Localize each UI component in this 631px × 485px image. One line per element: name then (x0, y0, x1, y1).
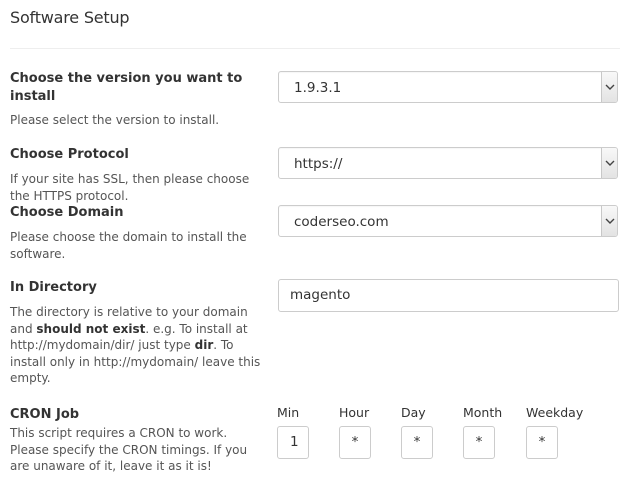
directory-desc-c1: http://mydomain/dir/ just type (10, 338, 195, 352)
directory-desc-e: empty. (10, 371, 51, 385)
cron-month-label: Month (463, 405, 503, 420)
domain-desc-line1: Please choose the domain to install the (10, 230, 247, 244)
cron-min-label: Min (277, 405, 300, 420)
cron-month-group: Month * (463, 405, 502, 459)
cron-desc-line3: are unaware of it, leave it as it is! (10, 459, 212, 473)
cron-weekday-label: Weekday (526, 405, 584, 420)
cron-weekday-input[interactable]: * (526, 426, 558, 459)
protocol-label: Choose Protocol (10, 147, 129, 162)
cron-label: CRON Job (10, 407, 80, 422)
cron-desc-line1: This script requires a CRON to work. (10, 426, 228, 440)
directory-desc-b2: . e.g. To install at (145, 321, 248, 336)
version-select[interactable]: 1.9.3.1 (278, 71, 618, 103)
cron-min-group: Min 1 (277, 405, 309, 459)
cron-min-input[interactable]: 1 (277, 426, 309, 459)
domain-label: Choose Domain (10, 205, 124, 220)
cron-desc-line2: Please specify the CRON timings. If you (10, 442, 248, 457)
chevron-down-icon[interactable] (601, 206, 617, 236)
version-label-line2: install (10, 89, 56, 104)
domain-description: Please choose the domain to install the … (10, 229, 247, 262)
chevron-down-icon[interactable] (601, 148, 617, 178)
cron-hour-label: Hour (339, 405, 370, 420)
version-description: Please select the version to install. (10, 113, 220, 127)
cron-month-input[interactable]: * (463, 426, 495, 459)
directory-input[interactable]: magento (278, 279, 619, 312)
version-label-line1: Choose the version you want to (10, 71, 243, 86)
title-divider (10, 48, 620, 49)
page-title: Software Setup (10, 8, 130, 27)
directory-desc-c-bold: dir (194, 338, 214, 352)
cron-hour-group: Hour * (339, 405, 371, 459)
directory-desc-a: The directory is relative to your domain (10, 305, 248, 319)
cron-day-group: Day * (401, 405, 433, 459)
directory-desc-b1: and (10, 321, 37, 336)
domain-desc-line2: software. (10, 246, 66, 261)
domain-select-value: coderseo.com (294, 214, 389, 230)
version-label: Choose the version you want to install (10, 70, 242, 106)
directory-desc-b-bold: should not exist (36, 321, 146, 336)
domain-select[interactable]: coderseo.com (278, 205, 618, 237)
cron-description: This script requires a CRON to work. Ple… (10, 425, 247, 475)
cron-weekday-group: Weekday * (526, 405, 583, 459)
protocol-select[interactable]: https:// (278, 147, 618, 179)
protocol-desc-line2: the HTTPS protocol. (10, 188, 129, 203)
directory-desc-c2: . To (213, 338, 234, 352)
protocol-desc-line1: If your site has SSL, then please choose (10, 172, 250, 186)
directory-description: The directory is relative to your domain… (10, 304, 260, 387)
chevron-down-icon[interactable] (601, 72, 617, 102)
directory-label: In Directory (10, 280, 97, 295)
cron-day-input[interactable]: * (401, 426, 433, 459)
protocol-description: If your site has SSL, then please choose… (10, 171, 249, 204)
cron-day-label: Day (401, 405, 426, 420)
cron-hour-input[interactable]: * (339, 426, 371, 459)
version-select-value: 1.9.3.1 (294, 80, 342, 96)
directory-desc-d: install only in http://mydomain/ leave t… (10, 354, 261, 369)
protocol-select-value: https:// (294, 156, 343, 172)
